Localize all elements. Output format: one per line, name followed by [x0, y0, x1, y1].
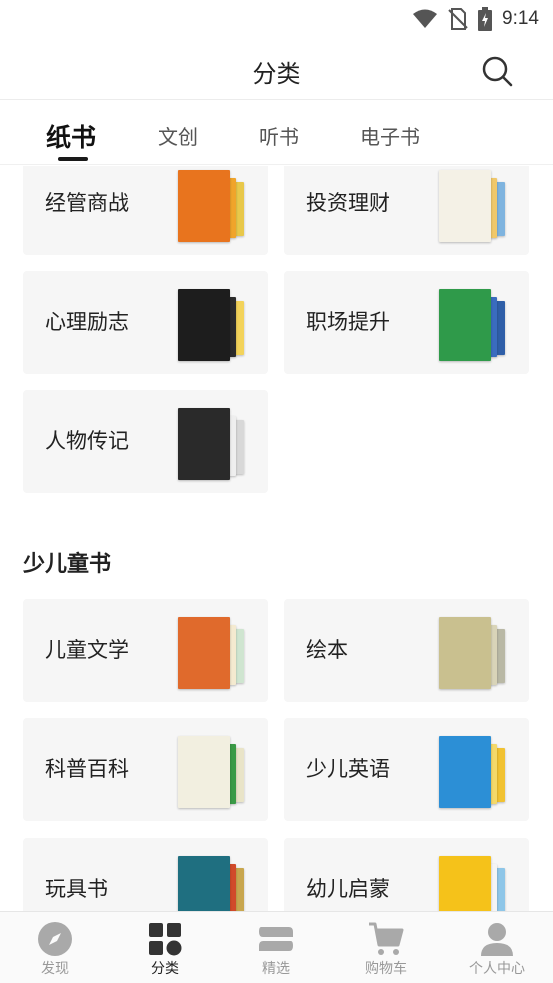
cart-icon	[369, 922, 404, 955]
grid-icon	[149, 923, 182, 956]
nav-discover[interactable]: 发现	[0, 912, 110, 983]
book-cover-image	[178, 170, 246, 242]
category-label: 绘本	[306, 638, 348, 662]
book-cover-image	[178, 617, 246, 689]
category-tabs: 纸书 文创 听书 电子书	[0, 101, 553, 165]
status-time: 9:14	[502, 8, 539, 29]
category-card-biography[interactable]: 人物传记	[23, 390, 268, 493]
nav-label: 分类	[151, 961, 179, 977]
nav-label: 精选	[262, 961, 290, 977]
category-card-children-literature[interactable]: 儿童文学	[23, 599, 268, 702]
search-icon	[482, 56, 513, 87]
header: 分类	[0, 38, 553, 100]
nav-cart[interactable]: 购物车	[331, 912, 441, 983]
category-label: 投资理财	[306, 191, 390, 215]
category-card-investment[interactable]: 投资理财	[284, 166, 529, 255]
category-card-toy-books[interactable]: 玩具书	[23, 838, 268, 911]
category-card-kids-english[interactable]: 少儿英语	[284, 718, 529, 821]
category-label: 职场提升	[306, 310, 390, 334]
book-cover-image	[439, 856, 507, 911]
category-label: 人物传记	[45, 429, 129, 453]
tab-ebooks[interactable]: 电子书	[360, 121, 420, 150]
compass-icon	[38, 922, 72, 956]
nav-profile[interactable]: 个人中心	[442, 912, 552, 983]
tab-indicator	[58, 157, 88, 161]
book-cover-image	[178, 856, 246, 911]
book-cover-image	[178, 289, 246, 361]
category-label: 幼儿启蒙	[306, 877, 390, 901]
page-title: 分类	[252, 60, 301, 88]
stack-icon	[259, 927, 293, 951]
status-bar: 9:14	[0, 0, 553, 38]
book-cover-image	[439, 617, 507, 689]
category-label: 少儿英语	[306, 757, 390, 781]
book-cover-image	[178, 408, 246, 480]
category-label: 玩具书	[45, 877, 108, 901]
category-label: 科普百科	[45, 757, 129, 781]
category-card-early-education[interactable]: 幼儿启蒙	[284, 838, 529, 911]
nav-featured[interactable]: 精选	[221, 912, 331, 983]
book-cover-image	[439, 736, 507, 808]
user-icon	[481, 923, 513, 956]
category-card-psychology[interactable]: 心理励志	[23, 271, 268, 374]
bottom-navigation: 发现 分类 精选 购物车 个人中心	[0, 911, 553, 983]
tab-cultural-products[interactable]: 文创	[158, 121, 198, 150]
tab-paper-books[interactable]: 纸书	[46, 118, 96, 154]
search-button[interactable]	[481, 55, 513, 87]
category-card-career[interactable]: 职场提升	[284, 271, 529, 374]
category-card-science-encyclopedia[interactable]: 科普百科	[23, 718, 268, 821]
no-sim-icon	[448, 8, 468, 30]
nav-label: 个人中心	[469, 961, 525, 977]
category-label: 心理励志	[45, 310, 129, 334]
battery-charging-icon	[478, 7, 493, 31]
nav-label: 购物车	[365, 961, 407, 977]
nav-label: 发现	[41, 961, 69, 977]
category-card-picture-books[interactable]: 绘本	[284, 599, 529, 702]
nav-categories[interactable]: 分类	[110, 912, 220, 983]
category-label: 儿童文学	[45, 638, 129, 662]
wifi-icon	[413, 9, 438, 28]
tab-audiobooks[interactable]: 听书	[259, 121, 299, 150]
category-list[interactable]: 经管商战 投资理财 心理励志 职场提升 人物传记 少儿童书 儿童文学 绘本 科普…	[0, 166, 553, 911]
book-cover-image	[439, 289, 507, 361]
book-cover-image	[439, 170, 507, 242]
book-cover-image	[178, 736, 246, 808]
category-card-management[interactable]: 经管商战	[23, 166, 268, 255]
category-label: 经管商战	[45, 191, 129, 215]
section-title-kids-books: 少儿童书	[23, 552, 112, 577]
